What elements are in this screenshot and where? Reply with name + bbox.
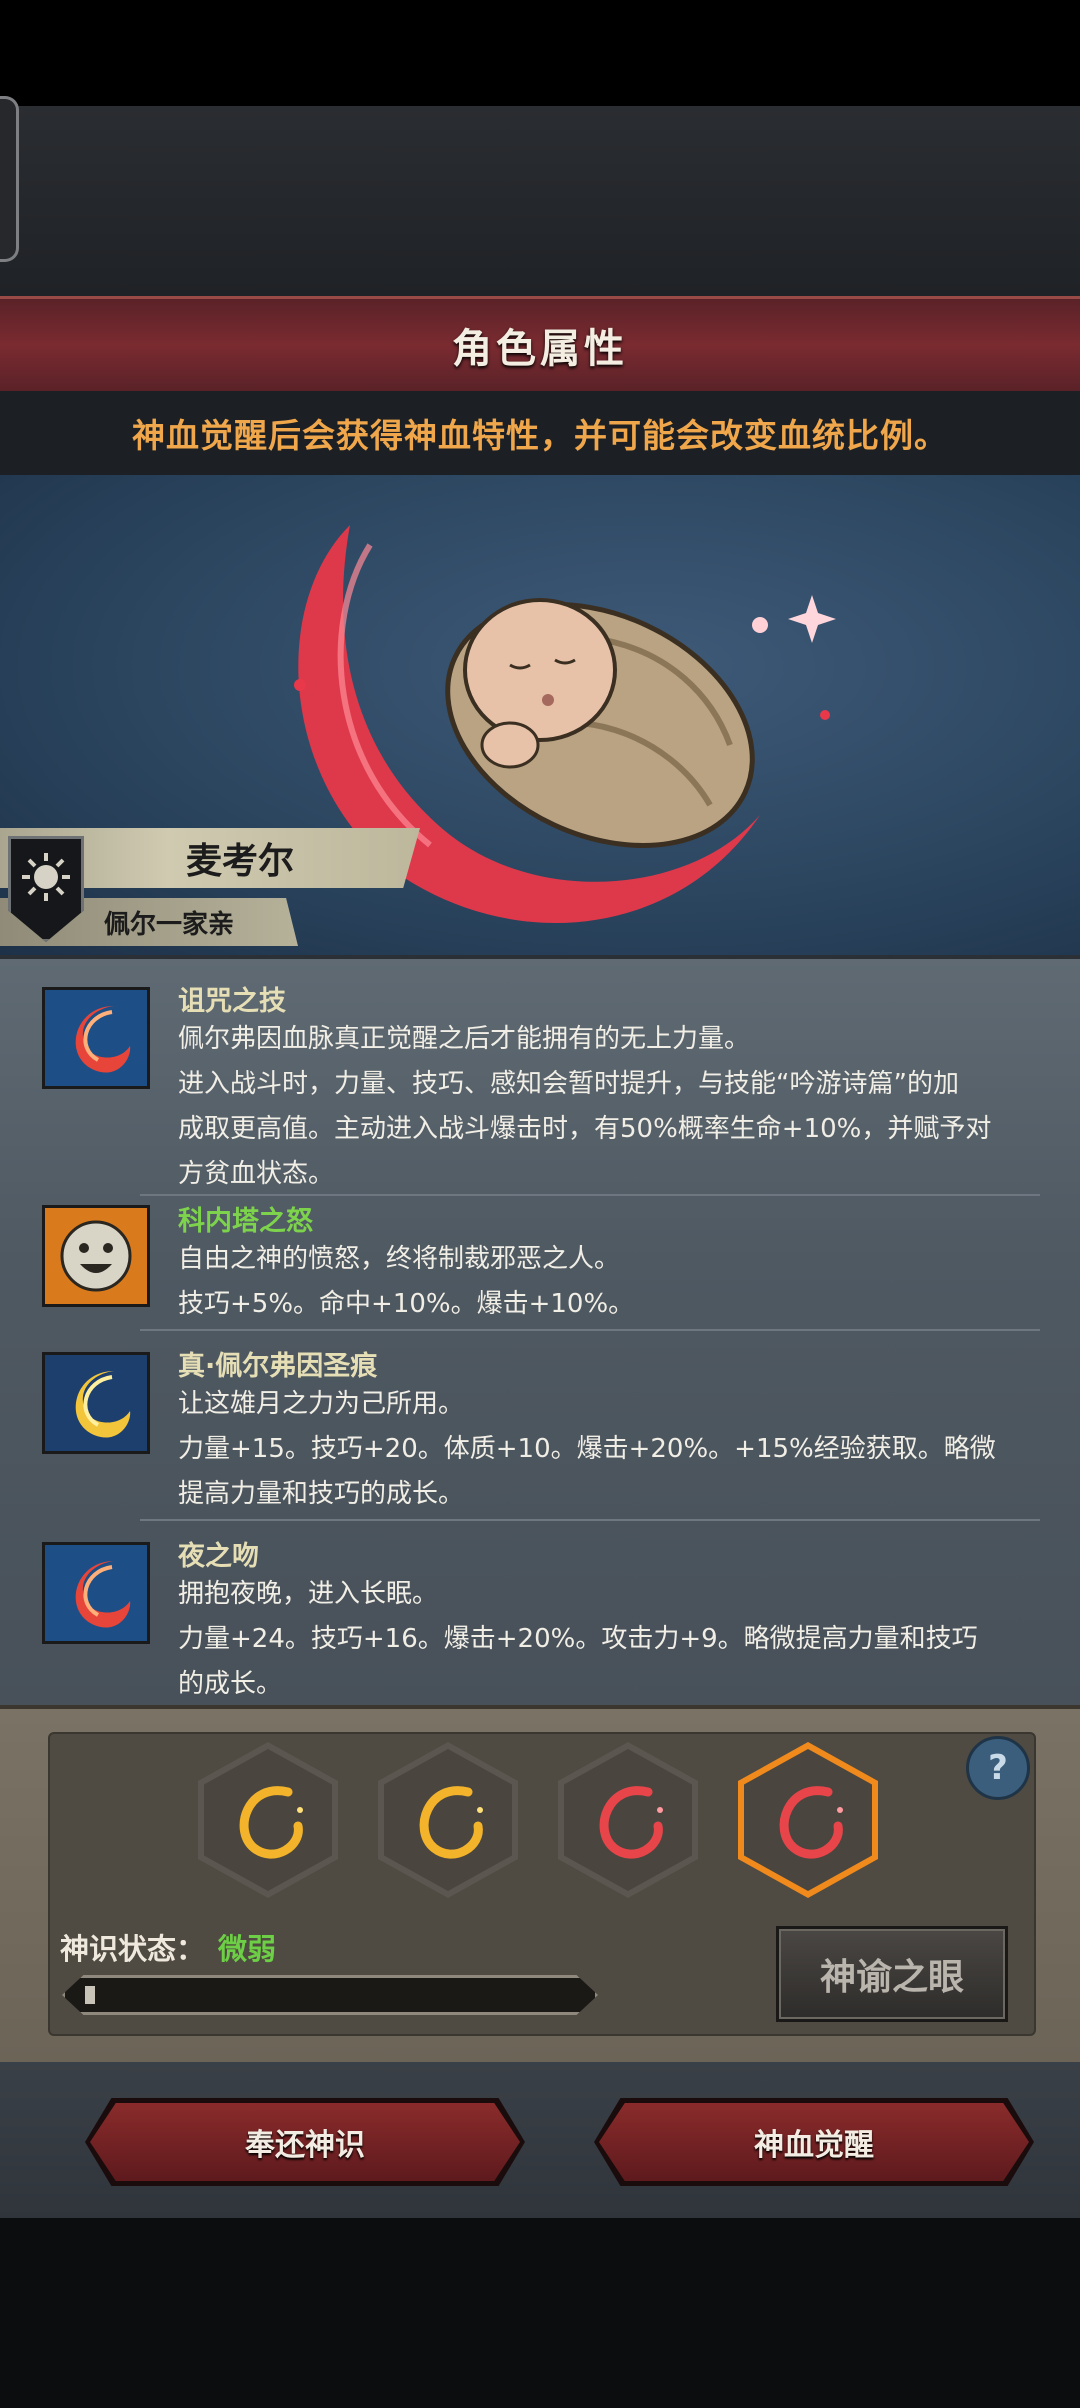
red-swirl-icon (779, 1786, 843, 1859)
trait-title: 夜之吻 (178, 1541, 259, 1572)
page-title: 角色属性 (452, 326, 628, 372)
bottom-safe-area (0, 2218, 1080, 2408)
blood-awaken-label: 神血觉醒 (754, 2128, 874, 2163)
help-button[interactable]: ? (966, 1736, 1030, 1800)
swaddled-baby-art (445, 598, 755, 848)
return-divinity-button[interactable]: 奉还神识 (90, 2103, 520, 2181)
return-divinity-label: 奉还神识 (245, 2128, 365, 2163)
top-status-bar (0, 0, 1080, 106)
smiling-face-icon (42, 1205, 150, 1307)
gold-crescent-icon (42, 1352, 150, 1454)
trait-description: 佩尔弗因血脉真正觉醒之后才能拥有的无上力量。 进入战斗时，力量、技巧、感知会暂时… (178, 1024, 992, 1189)
red-crescent-icon (42, 1542, 150, 1644)
progress-fill (85, 1986, 95, 2004)
blood-awaken-button[interactable]: 神血觉醒 (599, 2103, 1029, 2181)
divider (140, 1519, 1040, 1521)
divider (140, 1194, 1040, 1196)
gold-swirl-icon (239, 1786, 303, 1859)
title-bar: 角色属性 (0, 296, 1080, 394)
question-icon: ? (988, 1748, 1008, 1788)
trait-description: 自由之神的愤怒，终将制裁邪恶之人。 技巧+5%。命中+10%。爆击+10%。 (178, 1244, 635, 1319)
divinity-progress-bar (62, 1975, 598, 2015)
upper-panel (0, 106, 1080, 296)
status-label: 神识状态： (60, 1932, 206, 1966)
page-subtitle: 神血觉醒后会获得神血特性，并可能会改变血统比例。 (132, 416, 948, 455)
trait-title: 真·佩尔弗因圣痕 (178, 1351, 378, 1382)
side-tab-handle[interactable] (0, 96, 19, 262)
trait-title: 诅咒之技 (178, 986, 286, 1017)
red-crescent-icon (42, 987, 150, 1089)
oracle-eye-label: 神谕之眼 (819, 1957, 964, 1998)
character-name: 麦考尔 (185, 841, 294, 882)
trait-title: 科内塔之怒 (178, 1206, 313, 1237)
traits-panel: 诅咒之技 佩尔弗因血脉真正觉醒之后才能拥有的无上力量。 进入战斗时，力量、技巧、… (0, 955, 1080, 1709)
gold-swirl-icon (419, 1786, 483, 1859)
status-value: 微弱 (218, 1932, 277, 1966)
family-name: 佩尔一家亲 (103, 909, 234, 940)
oracle-eye-button[interactable]: 神谕之眼 (776, 1926, 1008, 2022)
trait-description: 拥抱夜晚，进入长眠。 力量+24。技巧+16。爆击+20%。攻击力+9。略微提高… (178, 1579, 978, 1699)
trait-description: 让这雄月之力为己所用。 力量+15。技巧+20。体质+10。爆击+20%。+15… (178, 1389, 996, 1509)
red-swirl-icon (599, 1786, 663, 1859)
subtitle-bar: 神血觉醒后会获得神血特性，并可能会改变血统比例。 (0, 391, 1080, 475)
divider (140, 1329, 1040, 1331)
